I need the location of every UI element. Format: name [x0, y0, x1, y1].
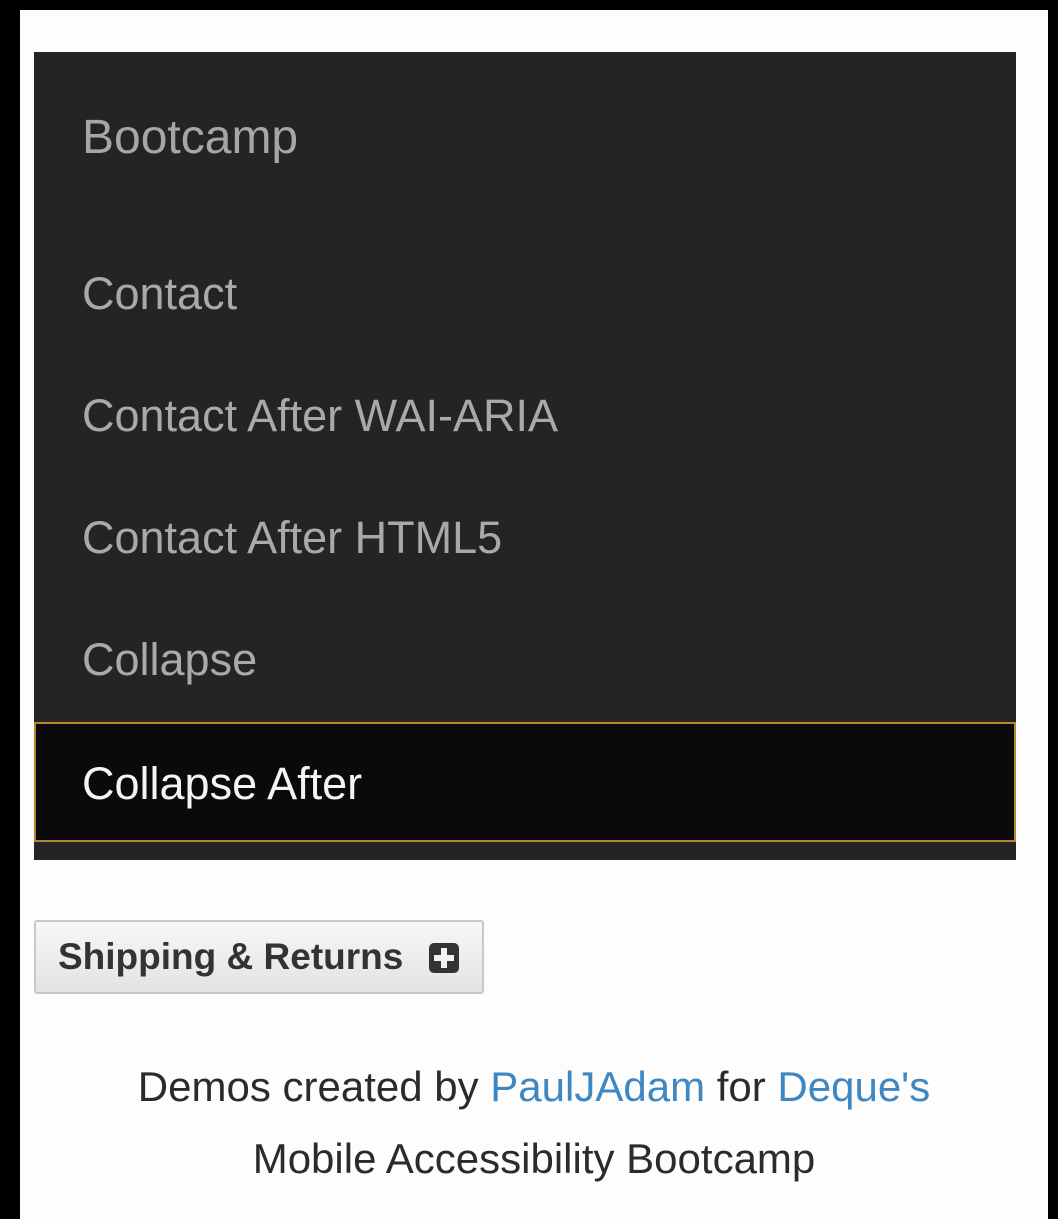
nav-item-contact-after-wai-aria[interactable]: Contact After WAI-ARIA	[34, 356, 1016, 476]
page: Bootcamp Contact Contact After WAI-ARIA …	[20, 10, 1048, 1219]
plus-square-icon	[429, 943, 459, 973]
footer-credit-line: Demos created by PaulJAdam for Deque's	[20, 1057, 1048, 1117]
nav-item-label: Collapse After	[82, 758, 363, 809]
author-link[interactable]: PaulJAdam	[490, 1063, 705, 1110]
shipping-returns-label: Shipping & Returns	[58, 936, 404, 977]
nav-item-contact[interactable]: Contact	[34, 234, 1016, 354]
nav-item-label: Contact After HTML5	[82, 512, 503, 563]
footer-middle-text: for	[716, 1063, 766, 1110]
nav-item-label: Collapse	[82, 634, 258, 685]
nav-item-label: Contact After WAI-ARIA	[82, 390, 558, 441]
nav-brand-link[interactable]: Bootcamp	[82, 100, 298, 176]
nav-item-label: Contact	[82, 268, 238, 319]
organization-link[interactable]: Deque's	[777, 1063, 930, 1110]
footer-bootcamp-line: Mobile Accessibility Bootcamp	[252, 1135, 816, 1182]
shipping-returns-toggle-button[interactable]: Shipping & Returns	[34, 920, 484, 994]
navigation-menu: Bootcamp Contact Contact After WAI-ARIA …	[34, 52, 1016, 860]
footer-prefix-text: Demos created by	[137, 1063, 479, 1110]
nav-item-contact-after-html5[interactable]: Contact After HTML5	[34, 478, 1016, 598]
nav-item-collapse[interactable]: Collapse	[34, 600, 1016, 720]
nav-item-collapse-after[interactable]: Collapse After	[34, 722, 1016, 842]
